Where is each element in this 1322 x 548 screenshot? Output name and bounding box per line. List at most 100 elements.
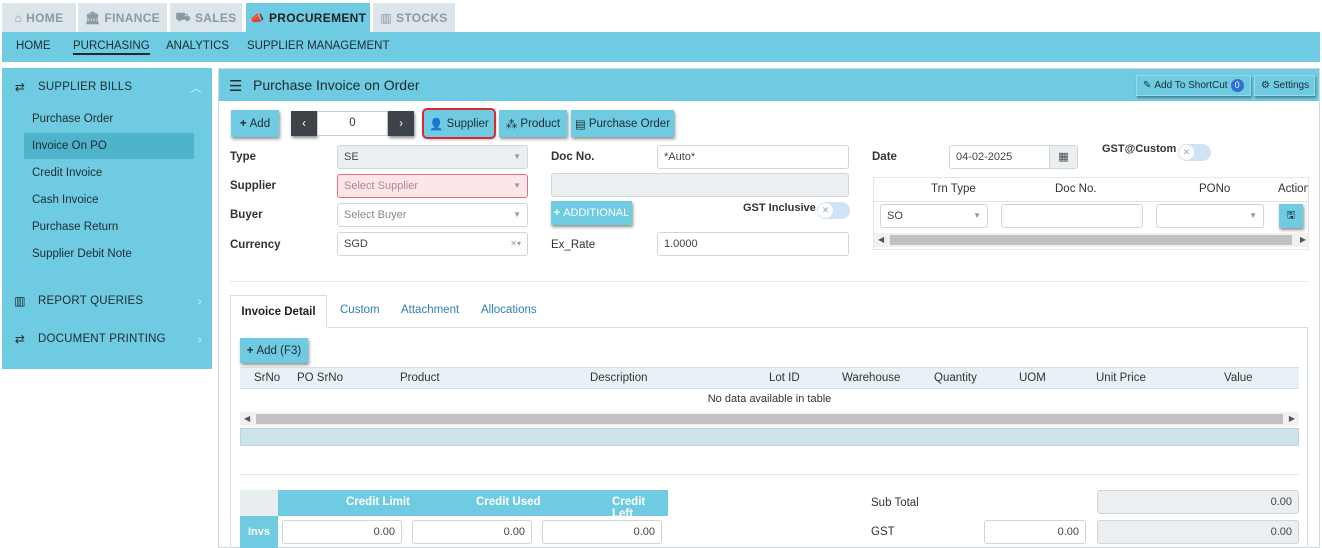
sidebar-group-label: SUPPLIER BILLS bbox=[38, 81, 133, 93]
date-value: 04-02-2025 bbox=[956, 151, 1013, 163]
scroll-left-icon[interactable]: ◀ bbox=[244, 412, 250, 426]
supplier-select[interactable]: Select Supplier ▼ bbox=[337, 174, 528, 198]
gst-inclusive-label: GST Inclusive bbox=[743, 202, 816, 214]
trn-type-select[interactable]: SO ▼ bbox=[880, 204, 988, 228]
col-po-srno[interactable]: PO SrNo bbox=[297, 372, 343, 384]
supplier-button[interactable]: 👤 Supplier bbox=[422, 108, 496, 139]
add-to-shortcut-button[interactable]: ✎ Add To ShortCut 0 bbox=[1136, 75, 1251, 96]
subnav-home[interactable]: HOME bbox=[16, 40, 51, 52]
gst-custom-toggle[interactable]: ✕ bbox=[1178, 144, 1211, 161]
sidebar-group-document-printing[interactable]: ⇄ DOCUMENT PRINTING › bbox=[2, 324, 212, 354]
prev-button[interactable]: ‹ bbox=[291, 111, 317, 136]
chevron-left-icon: ‹ bbox=[302, 117, 306, 130]
caret-down-icon: ▼ bbox=[513, 181, 521, 190]
sidebar-item-cash-invoice[interactable]: Cash Invoice bbox=[24, 187, 194, 213]
buyer-select[interactable]: Select Buyer ▼ bbox=[337, 203, 528, 227]
scroll-right-icon[interactable]: ▶ bbox=[1300, 233, 1306, 247]
tab-allocations[interactable]: Allocations bbox=[481, 304, 537, 316]
date-input[interactable]: 04-02-2025 ▦ bbox=[949, 145, 1078, 169]
caret-down-icon: ▼ bbox=[513, 210, 521, 219]
save-row-button[interactable]: 🖫 bbox=[1279, 204, 1303, 228]
hamburger-icon[interactable]: ☰ bbox=[229, 77, 242, 95]
col-uom[interactable]: UOM bbox=[1019, 372, 1046, 384]
order-link-table: Trn Type Doc No. PONo Action SO ▼ ▼ 🖫 ◀ ▶ bbox=[873, 177, 1309, 250]
record-counter-input[interactable]: 0 bbox=[317, 111, 388, 136]
module-tab-home[interactable]: ⌂ HOME bbox=[2, 3, 76, 32]
detail-scrollbar[interactable]: ◀ ▶ bbox=[240, 412, 1299, 426]
add-button[interactable]: + Add bbox=[231, 110, 279, 137]
gst-value: 0.00 bbox=[1097, 520, 1299, 544]
tab-attachment[interactable]: Attachment bbox=[401, 304, 459, 316]
settings-button[interactable]: ⚙ Settings bbox=[1254, 75, 1315, 96]
gst-inclusive-toggle[interactable]: ✕ bbox=[817, 202, 850, 219]
scroll-thumb[interactable] bbox=[890, 235, 1292, 245]
add-detail-button[interactable]: + Add (F3) bbox=[240, 338, 308, 363]
col-description[interactable]: Description bbox=[590, 372, 648, 384]
col-quantity[interactable]: Quantity bbox=[934, 372, 977, 384]
purchase-order-button[interactable]: ▤ Purchase Order bbox=[571, 110, 674, 137]
calendar-icon[interactable]: ▦ bbox=[1049, 146, 1077, 168]
divider bbox=[230, 281, 1308, 282]
shortcut-count-badge: 0 bbox=[1230, 79, 1244, 92]
subnav-purchasing[interactable]: PURCHASING bbox=[73, 40, 150, 55]
currency-select[interactable]: SGD ✕▾ bbox=[337, 232, 528, 256]
home-icon: ⌂ bbox=[14, 10, 23, 25]
col-product[interactable]: Product bbox=[400, 372, 440, 384]
subnav-supplier-management[interactable]: SUPPLIER MANAGEMENT bbox=[247, 40, 390, 52]
add-label: Add bbox=[249, 117, 271, 130]
currency-label: Currency bbox=[230, 239, 281, 251]
module-label: HOME bbox=[26, 10, 64, 25]
scroll-left-icon[interactable]: ◀ bbox=[878, 233, 884, 247]
col-trn-type: Trn Type bbox=[931, 183, 976, 195]
exrate-input[interactable]: 1.0000 bbox=[657, 232, 849, 256]
chevron-up-icon: ︿ bbox=[189, 80, 202, 95]
sidebar-item-invoice-on-po[interactable]: Invoice On PO bbox=[24, 133, 194, 159]
additional-button[interactable]: + ADDITIONAL bbox=[551, 201, 632, 225]
doc-no-input[interactable] bbox=[1001, 204, 1143, 228]
order-link-scrollbar[interactable]: ◀ ▶ bbox=[874, 233, 1308, 247]
add-detail-label: Add (F3) bbox=[256, 344, 302, 357]
pono-select[interactable]: ▼ bbox=[1156, 204, 1264, 228]
sidebar-group-report-queries[interactable]: ▥ REPORT QUERIES › bbox=[2, 286, 212, 316]
cart-icon: ⛟ bbox=[175, 9, 191, 24]
gst-label: GST bbox=[871, 526, 895, 538]
sidebar-item-credit-invoice[interactable]: Credit Invoice bbox=[24, 160, 194, 186]
module-tab-procurement[interactable]: 📣 PROCUREMENT bbox=[246, 3, 370, 32]
scroll-thumb[interactable] bbox=[256, 414, 1283, 424]
module-label: FINANCE bbox=[104, 10, 160, 25]
tab-invoice-detail[interactable]: Invoice Detail bbox=[230, 295, 327, 328]
chevron-right-icon: › bbox=[399, 117, 403, 130]
page-title: Purchase Invoice on Order bbox=[253, 77, 420, 93]
docno-input[interactable]: *Auto* bbox=[657, 145, 849, 169]
shortcut-label: Add To ShortCut bbox=[1154, 80, 1228, 91]
sidebar-item-purchase-return[interactable]: Purchase Return bbox=[24, 214, 194, 240]
product-label: Product bbox=[520, 117, 561, 130]
floppy-icon: 🖫 bbox=[1286, 209, 1296, 221]
clear-caret-icon[interactable]: ✕▾ bbox=[510, 233, 521, 255]
gst-rate-input[interactable]: 0.00 bbox=[984, 520, 1086, 544]
next-button[interactable]: › bbox=[388, 111, 414, 136]
product-button[interactable]: ⁂ Product bbox=[499, 110, 567, 137]
module-tab-stocks[interactable]: ▥ STOCKS bbox=[373, 3, 455, 32]
type-select[interactable]: SE ▼ bbox=[337, 145, 528, 169]
cubes-icon: ⁂ bbox=[505, 118, 518, 131]
sidebar-item-supplier-debit-note[interactable]: Supplier Debit Note bbox=[24, 241, 194, 267]
module-tab-sales[interactable]: ⛟ SALES bbox=[170, 3, 242, 32]
col-unit-price[interactable]: Unit Price bbox=[1096, 372, 1146, 384]
empty-table-message: No data available in table bbox=[707, 393, 832, 405]
bank-icon: 🏛 bbox=[85, 10, 101, 25]
sidebar-group-supplier-bills[interactable]: ⇄ SUPPLIER BILLS ︿ bbox=[2, 72, 212, 102]
col-warehouse[interactable]: Warehouse bbox=[842, 372, 900, 384]
tab-custom[interactable]: Custom bbox=[340, 304, 380, 316]
module-tab-finance[interactable]: 🏛 FINANCE bbox=[78, 3, 167, 32]
caret-down-icon: ▼ bbox=[1249, 211, 1257, 220]
plus-icon: + bbox=[246, 344, 254, 357]
col-srno[interactable]: SrNo bbox=[254, 372, 280, 384]
subnav-analytics[interactable]: ANALYTICS bbox=[166, 40, 229, 52]
module-label: STOCKS bbox=[396, 10, 448, 25]
col-value[interactable]: Value bbox=[1224, 372, 1253, 384]
col-lot-id[interactable]: Lot ID bbox=[769, 372, 800, 384]
scroll-right-icon[interactable]: ▶ bbox=[1289, 412, 1295, 426]
swap-icon: ⇄ bbox=[14, 332, 26, 346]
sidebar-item-purchase-order[interactable]: Purchase Order bbox=[24, 106, 194, 132]
